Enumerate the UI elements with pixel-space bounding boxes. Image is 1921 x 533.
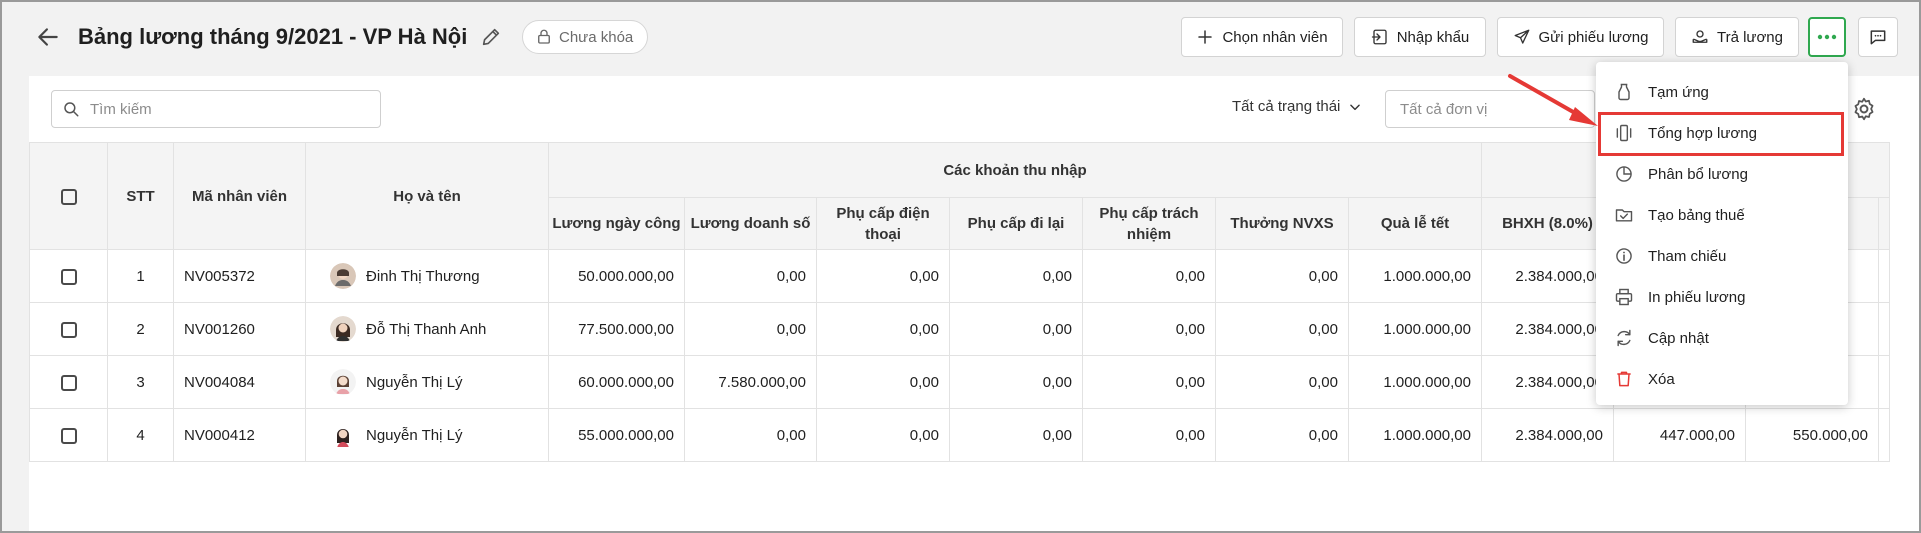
app-window: Bảng lương tháng 9/2021 - VP Hà Nội Chưa… (0, 0, 1921, 533)
annotation-arrow (1508, 74, 1598, 126)
